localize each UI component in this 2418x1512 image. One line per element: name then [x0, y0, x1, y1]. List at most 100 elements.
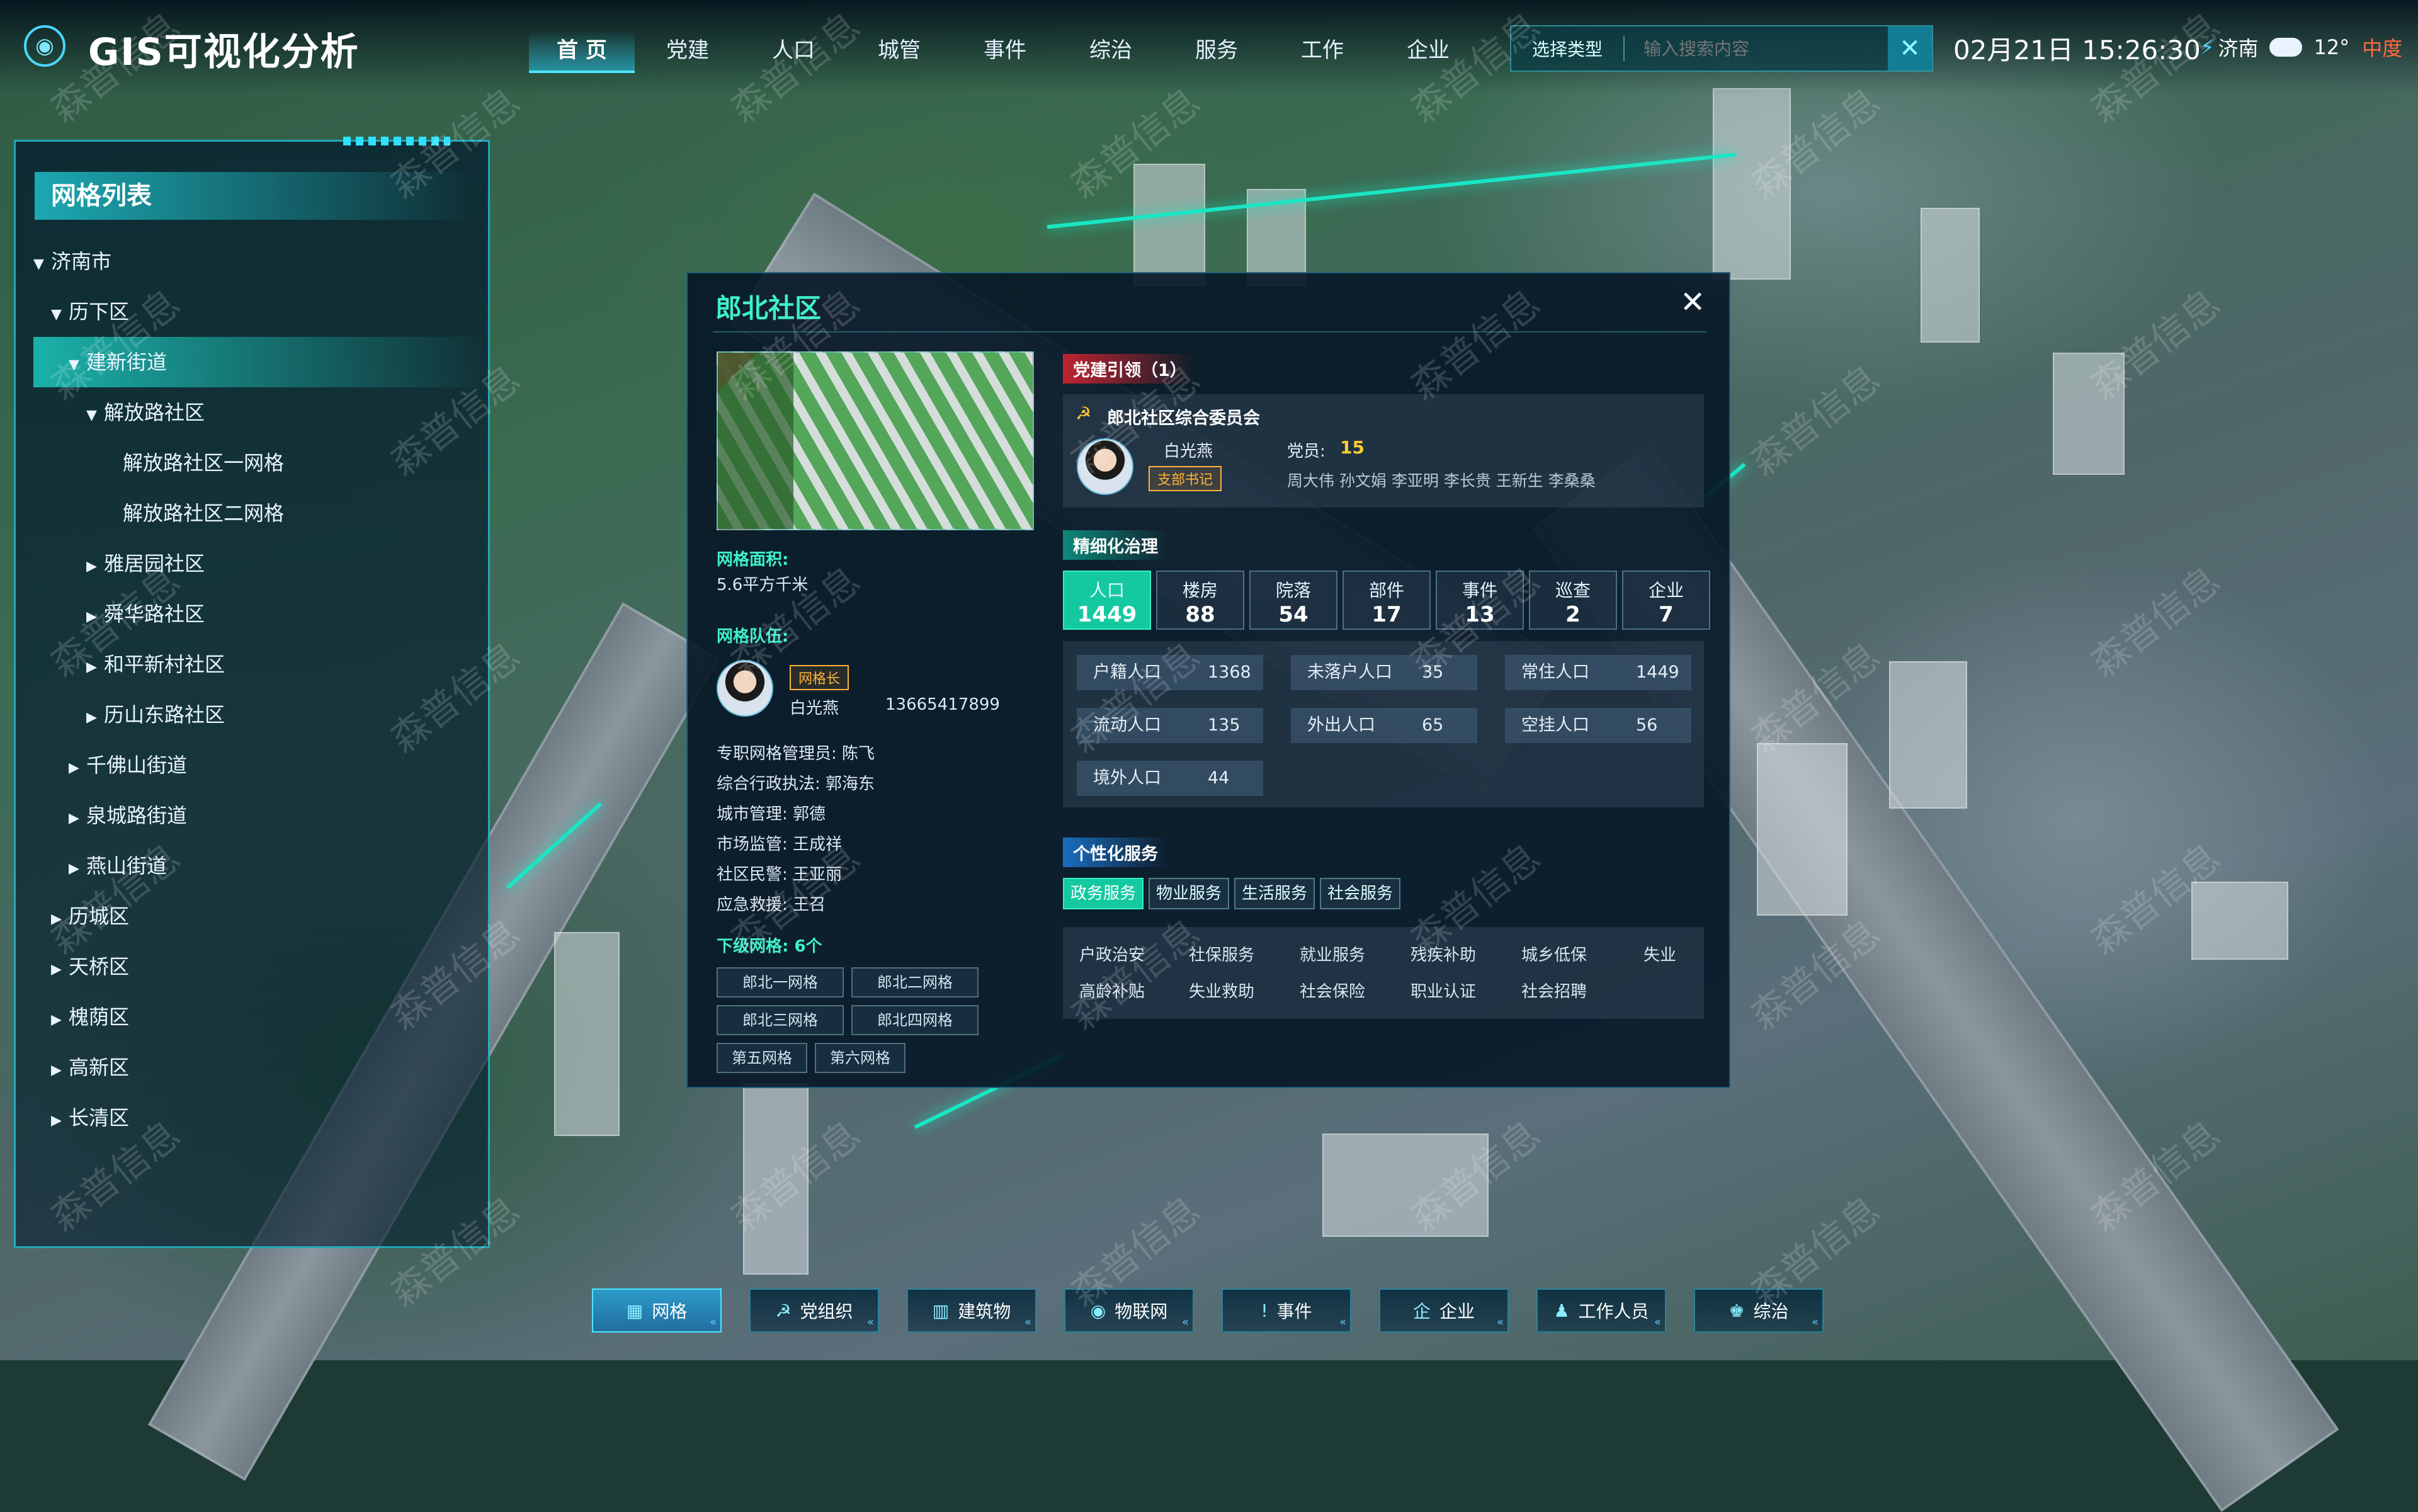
caret-down-icon[interactable]: ▼ [33, 239, 51, 290]
nav-item[interactable]: 党建 [635, 30, 741, 71]
caret-right-icon[interactable]: ▶ [69, 793, 86, 844]
toolbar-button[interactable]: ▦ 网格 « [592, 1288, 722, 1333]
tree-node[interactable]: ▶ 天桥区 [33, 941, 487, 992]
tree-node[interactable]: ▶ 历山东路社区 [33, 690, 487, 740]
service-tab[interactable]: 政务服务 [1063, 878, 1144, 909]
caret-right-icon[interactable]: ▶ [51, 1096, 69, 1146]
nav-item[interactable]: 服务 [1164, 30, 1269, 71]
city-name: 济南 [2218, 37, 2259, 60]
governance-tab[interactable]: 院落 54 [1249, 571, 1337, 630]
area-value: 5.6平方千米 [717, 576, 809, 594]
sub-grid-button[interactable]: 郎北一网格 [717, 967, 844, 998]
sub-grid-button[interactable]: 第六网格 [815, 1043, 905, 1073]
caret-right-icon[interactable]: ▶ [86, 693, 104, 743]
tree-node[interactable]: ▶ 千佛山街道 [33, 740, 487, 790]
governance-tab[interactable]: 人口 1449 [1063, 571, 1151, 630]
population-cell: 常住人口 1449 [1505, 655, 1691, 690]
toolbar-button[interactable]: ! 事件 « [1222, 1288, 1351, 1333]
caret-right-icon[interactable]: ▶ [51, 995, 69, 1045]
service-item[interactable]: 户政治安 [1079, 942, 1145, 965]
toolbar-button[interactable]: ♟ 工作人员 « [1536, 1288, 1666, 1333]
tree-node[interactable]: ▼ 历下区 [33, 287, 487, 337]
service-item[interactable]: 就业服务 [1300, 942, 1365, 965]
search-type-select[interactable]: 选择类型 [1511, 36, 1625, 61]
nav-item[interactable]: 综治 [1058, 30, 1164, 71]
toolbar-button[interactable]: ◉ 物联网 « [1064, 1288, 1194, 1333]
service-item[interactable]: 失业救助 [1189, 979, 1254, 1002]
tree-node[interactable]: ▶ 雅居园社区 [33, 538, 487, 589]
service-item[interactable]: 社保服务 [1189, 942, 1254, 965]
toolbar-button[interactable]: ▥ 建筑物 « [907, 1288, 1036, 1333]
caret-right-icon[interactable]: ▶ [86, 542, 104, 592]
tree-node[interactable]: ▶ 泉城路街道 [33, 790, 487, 841]
governance-tab[interactable]: 楼房 88 [1156, 571, 1244, 630]
party-box: ☭ 郎北社区综合委员会 白光燕 支部书记 党员: 15 周大伟 孙文娟 李亚明 … [1063, 394, 1704, 508]
service-item[interactable]: 社会招聘 [1521, 979, 1587, 1002]
nav-item[interactable]: 企业 [1375, 30, 1481, 71]
tree-node[interactable]: ▶ 燕山街道 [33, 841, 487, 891]
caret-down-icon[interactable]: ▼ [86, 390, 104, 441]
governance-tab[interactable]: 企业 7 [1622, 571, 1710, 630]
sub-grid-button[interactable]: 郎北三网格 [717, 1005, 844, 1035]
nav-item[interactable]: 首 页 [529, 30, 635, 73]
service-item[interactable]: 失业 [1643, 942, 1676, 965]
governance-tab-name: 企业 [1648, 580, 1684, 601]
sub-grid-button[interactable]: 第五网格 [717, 1043, 807, 1073]
tree-node-label: 槐荫区 [69, 1005, 130, 1029]
governance-tab[interactable]: 部件 17 [1342, 571, 1431, 630]
service-item[interactable]: 城乡低保 [1521, 942, 1587, 965]
tree-node-label: 解放路社区二网格 [123, 501, 285, 525]
service-tab[interactable]: 社会服务 [1320, 878, 1401, 909]
search-input[interactable] [1625, 37, 1888, 60]
tree-node[interactable]: ▶ 高新区 [33, 1042, 487, 1093]
chevron-icon: « [866, 1316, 874, 1329]
service-item[interactable]: 社会保险 [1300, 979, 1365, 1002]
caret-right-icon[interactable]: ▶ [51, 945, 69, 995]
caret-right-icon[interactable]: ▶ [69, 844, 86, 894]
service-tab[interactable]: 物业服务 [1149, 878, 1230, 909]
service-item[interactable]: 高龄补贴 [1079, 979, 1145, 1002]
tree-node[interactable]: ▶ 和平新村社区 [33, 639, 487, 690]
toolbar-button[interactable]: ☭ 党组织 « [749, 1288, 879, 1333]
caret-right-icon[interactable]: ▶ [86, 592, 104, 642]
close-icon[interactable]: ✕ [1680, 285, 1705, 320]
governance-tab[interactable]: 巡查 2 [1529, 571, 1617, 630]
tree-node[interactable]: ▶ 长清区 [33, 1093, 487, 1143]
tree-node[interactable]: ▶ 槐荫区 [33, 992, 487, 1042]
staff-item: 专职网格管理员: 陈飞 [717, 744, 875, 763]
grid-tree: ▼ 济南市 ▼ 历下区 ▼ 建新街道 ▼ 解放路社区 解放路社区一网格 解放路社区二网格 ▶ 雅居园社… [33, 236, 487, 1143]
service-item[interactable]: 职业认证 [1410, 979, 1476, 1002]
tree-node[interactable]: 解放路社区二网格 [33, 488, 487, 538]
nav-item[interactable]: 人口 [741, 30, 846, 71]
tree-node[interactable]: ▶ 舜华路社区 [33, 589, 487, 639]
nav-item[interactable]: 工作 [1269, 30, 1375, 71]
avatar [1077, 438, 1133, 495]
tree-node[interactable]: ▼ 济南市 [33, 236, 487, 287]
nav-item[interactable]: 事件 [952, 30, 1058, 71]
caret-right-icon[interactable]: ▶ [86, 642, 104, 693]
service-item[interactable]: 残疾补助 [1410, 942, 1476, 965]
sub-grid-button[interactable]: 郎北二网格 [851, 967, 979, 998]
population-value: 1368 [1208, 662, 1251, 682]
caret-down-icon[interactable]: ▼ [51, 290, 69, 340]
tree-node[interactable]: ▼ 建新街道 [33, 337, 487, 387]
caret-right-icon[interactable]: ▶ [69, 743, 86, 793]
toolbar-button[interactable]: ♚ 综治 « [1694, 1288, 1824, 1333]
toolbar-label: 物联网 [1115, 1301, 1168, 1322]
nav-item[interactable]: 城管 [846, 30, 952, 71]
tree-node-label: 雅居园社区 [104, 552, 205, 576]
close-icon[interactable]: ✕ [1888, 26, 1932, 71]
governance-tab[interactable]: 事件 13 [1436, 571, 1524, 630]
service-tab[interactable]: 生活服务 [1234, 878, 1315, 909]
tree-node[interactable]: ▶ 历城区 [33, 891, 487, 941]
caret-right-icon[interactable]: ▶ [51, 894, 69, 945]
toolbar-button[interactable]: 企企业 « [1379, 1288, 1509, 1333]
caret-down-icon[interactable]: ▼ [69, 340, 86, 390]
tree-node[interactable]: 解放路社区一网格 [33, 438, 487, 488]
service-section-title: 个性化服务 [1063, 838, 1168, 867]
tree-node[interactable]: ▼ 解放路社区 [33, 387, 487, 438]
population-cell: 户籍人口 1368 [1077, 655, 1263, 690]
search-bar: 选择类型 ✕ [1510, 25, 1933, 72]
sub-grid-button[interactable]: 郎北四网格 [851, 1005, 979, 1035]
caret-right-icon[interactable]: ▶ [51, 1045, 69, 1096]
